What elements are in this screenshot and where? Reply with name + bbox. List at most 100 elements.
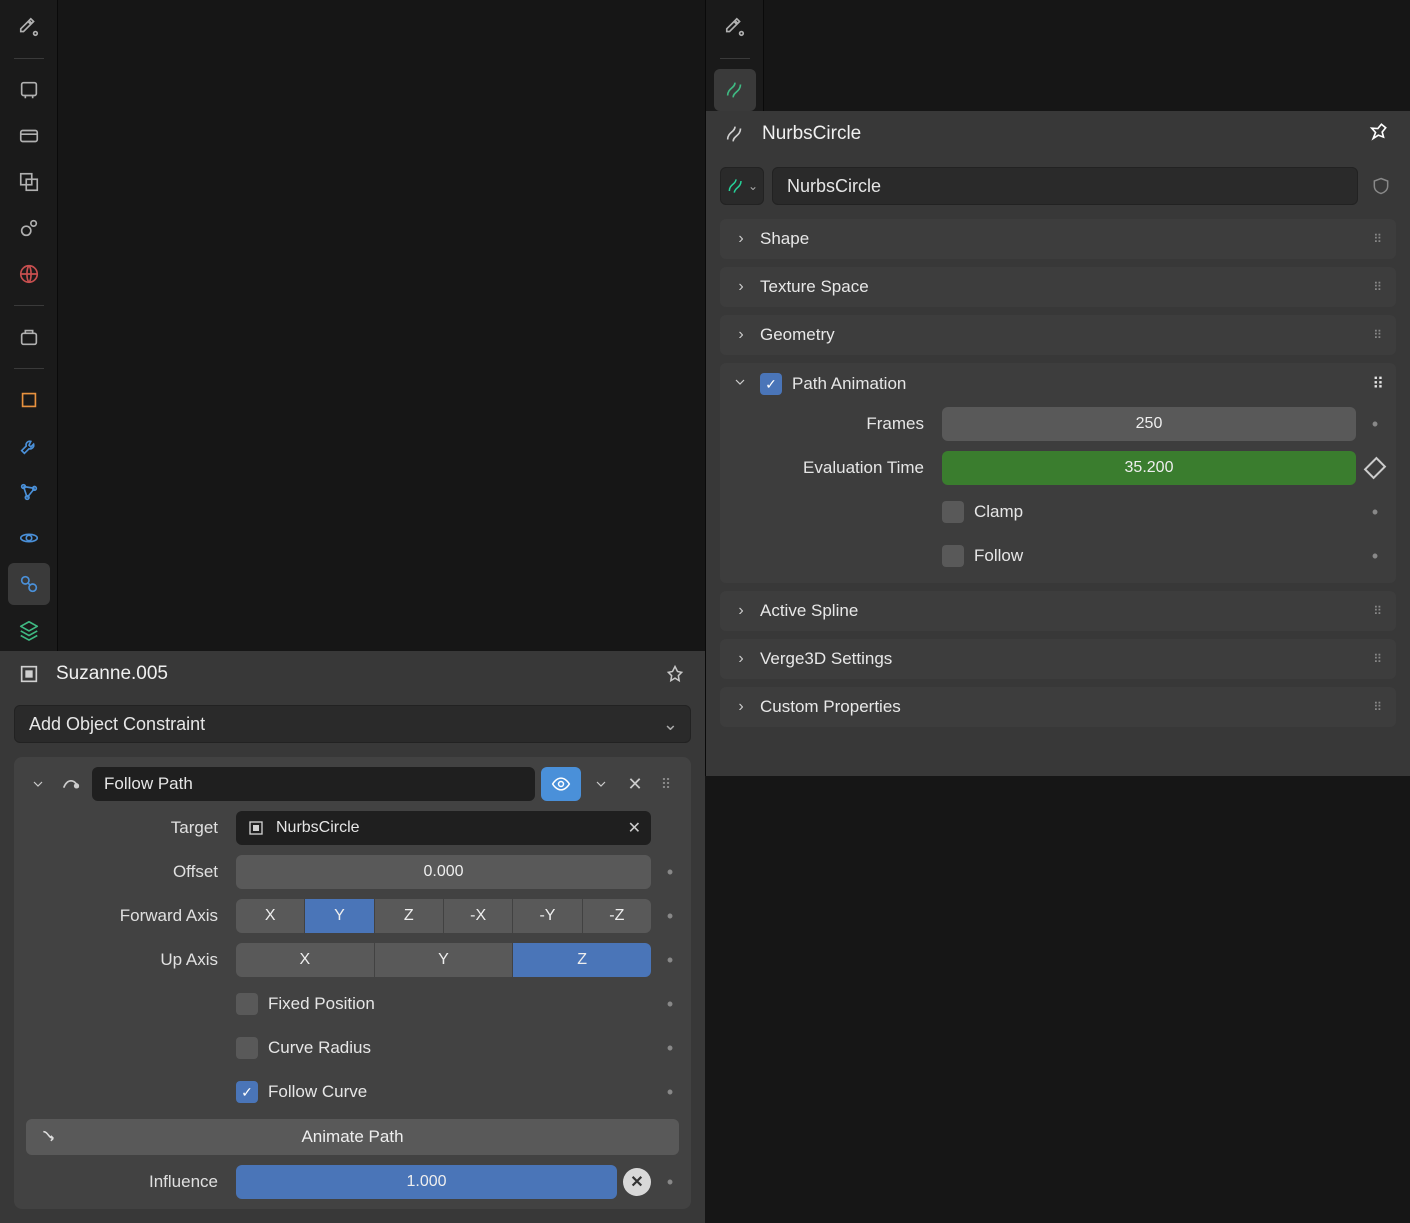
grip-icon[interactable]: ⠿ <box>1373 232 1384 246</box>
fake-user-icon[interactable] <box>1366 176 1396 196</box>
chevron-right-icon: › <box>732 650 750 668</box>
forward-axis-z[interactable]: Z <box>375 899 444 933</box>
grip-icon[interactable]: ⠿ <box>1373 700 1384 714</box>
collection-icon[interactable] <box>8 316 50 358</box>
scene-icon[interactable] <box>8 207 50 249</box>
extras-menu[interactable] <box>587 776 615 792</box>
target-picker[interactable]: NurbsCircle ✕ <box>236 811 651 845</box>
fixed-position-checkbox[interactable] <box>236 993 258 1015</box>
up-axis-z[interactable]: Z <box>513 943 651 977</box>
offset-label: Offset <box>26 862 226 882</box>
follow-curve-label: Follow Curve <box>268 1082 367 1102</box>
constraint-name-field[interactable]: Follow Path <box>92 767 535 801</box>
mute-toggle[interactable] <box>541 767 581 801</box>
physics-icon[interactable] <box>8 517 50 559</box>
left-header: Suzanne.005 <box>0 651 705 699</box>
chevron-right-icon: › <box>732 602 750 620</box>
tool-icon[interactable] <box>8 6 50 48</box>
animate-dot[interactable]: • <box>661 1172 679 1193</box>
render-icon[interactable] <box>8 69 50 111</box>
animate-dot[interactable]: • <box>1366 414 1384 435</box>
tool-icon[interactable] <box>714 6 756 48</box>
add-constraint-dropdown[interactable]: Add Object Constraint ⌄ <box>14 705 691 743</box>
grip-icon[interactable]: ⠿ <box>1373 328 1384 342</box>
left-content: Suzanne.005 Add Object Constraint ⌄ Foll… <box>0 651 705 1223</box>
keyframe-diamond-icon[interactable] <box>1366 459 1384 477</box>
influence-label: Influence <box>26 1172 226 1192</box>
clear-target-icon[interactable]: ✕ <box>628 818 641 838</box>
target-label: Target <box>26 818 226 838</box>
frames-label: Frames <box>732 414 932 434</box>
animate-path-button[interactable]: Animate Path <box>26 1119 679 1155</box>
section-shape[interactable]: › Shape ⠿ <box>720 219 1396 259</box>
datablock-menu[interactable]: ⌄ <box>720 167 764 205</box>
target-value: NurbsCircle <box>276 819 360 837</box>
animate-dot[interactable]: • <box>661 950 679 971</box>
forward-axis-y[interactable]: Y <box>305 899 374 933</box>
evaluation-time-label: Evaluation Time <box>732 458 932 478</box>
forward-axis-label: Forward Axis <box>26 906 226 926</box>
right-header: NurbsCircle <box>706 111 1410 159</box>
curve-radius-checkbox[interactable] <box>236 1037 258 1059</box>
constraints-icon[interactable] <box>8 563 50 605</box>
evaluation-time-field[interactable]: 35.200 <box>942 451 1356 485</box>
grip-icon[interactable]: ⠿ <box>1373 604 1384 618</box>
world-icon[interactable] <box>8 253 50 295</box>
animate-path-label: Animate Path <box>301 1127 403 1147</box>
section-texture-space[interactable]: › Texture Space ⠿ <box>720 267 1396 307</box>
curve-radius-label: Curve Radius <box>268 1038 371 1058</box>
delete-constraint-button[interactable]: ✕ <box>621 774 649 795</box>
section-verge3d[interactable]: › Verge3D Settings ⠿ <box>720 639 1396 679</box>
forward-axis-x[interactable]: X <box>236 899 305 933</box>
object-header-icon <box>14 659 44 689</box>
animate-dot[interactable]: • <box>1366 502 1384 523</box>
pin-icon[interactable] <box>1366 120 1394 148</box>
up-axis-y[interactable]: Y <box>375 943 514 977</box>
animate-dot[interactable]: • <box>661 862 679 883</box>
grip-icon[interactable]: ⠿ <box>1373 280 1384 294</box>
grip-icon[interactable]: ⠿ <box>1372 374 1384 394</box>
curve-data-icon[interactable] <box>714 69 756 111</box>
drag-handle-icon[interactable]: ⠿ <box>655 776 679 793</box>
animate-dot[interactable]: • <box>1366 546 1384 567</box>
animate-dot[interactable]: • <box>661 1082 679 1103</box>
chevron-down-icon[interactable] <box>732 374 750 395</box>
left-properties-tabstrip <box>0 0 58 651</box>
frames-field[interactable]: 250 <box>942 407 1356 441</box>
grip-icon[interactable]: ⠿ <box>1373 652 1384 666</box>
follow-curve-checkbox[interactable]: ✓ <box>236 1081 258 1103</box>
forward-axis-negz[interactable]: -Z <box>583 899 651 933</box>
animate-dot[interactable]: • <box>661 1038 679 1059</box>
forward-axis-negx[interactable]: -X <box>444 899 513 933</box>
clamp-checkbox[interactable] <box>942 501 964 523</box>
viewlayer-icon[interactable] <box>8 161 50 203</box>
section-path-animation: ✓ Path Animation ⠿ Frames 250 • Evaluati… <box>720 363 1396 583</box>
path-animation-enable-checkbox[interactable]: ✓ <box>760 373 782 395</box>
section-geometry[interactable]: › Geometry ⠿ <box>720 315 1396 355</box>
modifier-icon[interactable] <box>8 425 50 467</box>
collapse-toggle[interactable] <box>26 776 50 792</box>
chevron-right-icon: › <box>732 230 750 248</box>
section-custom-properties[interactable]: › Custom Properties ⠿ <box>720 687 1396 727</box>
pin-icon[interactable] <box>661 660 689 688</box>
chevron-right-icon: › <box>732 278 750 296</box>
chevron-right-icon: › <box>732 326 750 344</box>
output-icon[interactable] <box>8 115 50 157</box>
section-active-spline[interactable]: › Active Spline ⠿ <box>720 591 1396 631</box>
clamp-label: Clamp <box>974 502 1023 522</box>
follow-path-constraint-panel: Follow Path ✕ ⠿ Target NurbsCircle ✕ <box>14 757 691 1209</box>
data-icon[interactable] <box>8 609 50 651</box>
influence-slider[interactable]: 1.000 <box>236 1165 617 1199</box>
object-icon[interactable] <box>8 379 50 421</box>
particles-icon[interactable] <box>8 471 50 513</box>
animate-dot[interactable]: • <box>661 994 679 1015</box>
offset-field[interactable]: 0.000 <box>236 855 651 889</box>
datablock-name-field[interactable]: NurbsCircle <box>772 167 1358 205</box>
disable-influence-button[interactable]: ✕ <box>623 1168 651 1196</box>
animate-dot[interactable]: • <box>661 906 679 927</box>
up-axis-x[interactable]: X <box>236 943 375 977</box>
fixed-position-label: Fixed Position <box>268 994 375 1014</box>
mesh-icon <box>246 819 266 837</box>
forward-axis-negy[interactable]: -Y <box>513 899 582 933</box>
follow-checkbox[interactable] <box>942 545 964 567</box>
